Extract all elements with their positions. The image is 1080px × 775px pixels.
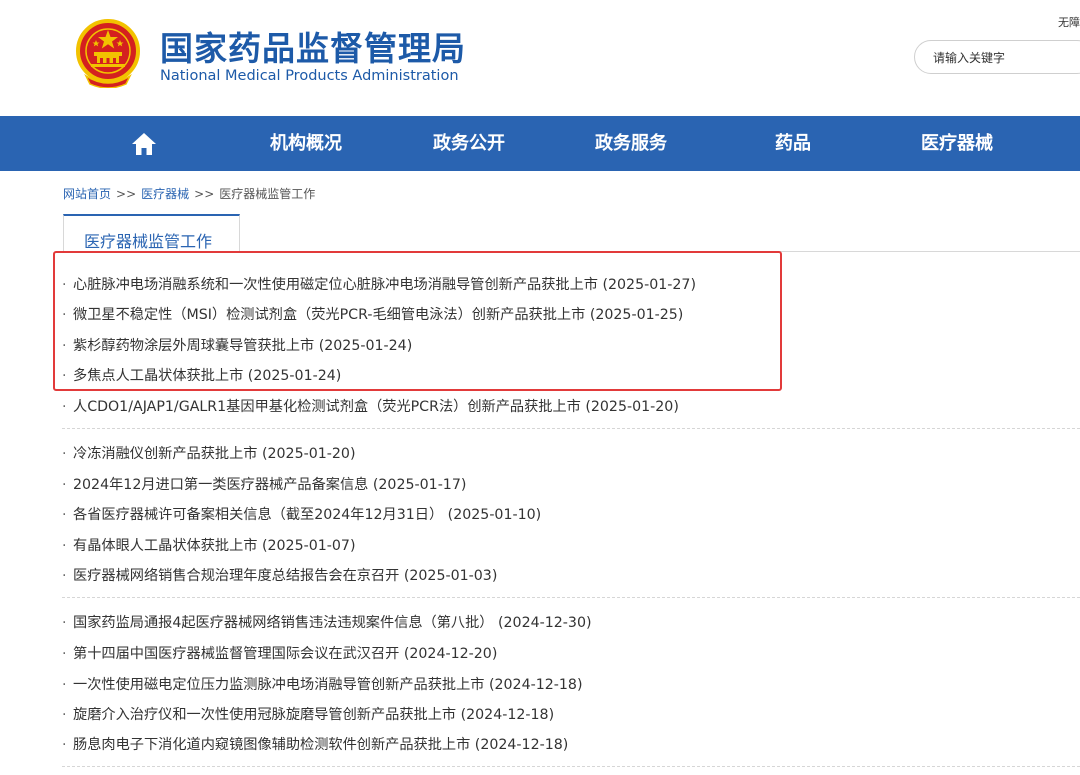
bullet: · — [62, 538, 67, 554]
breadcrumb-separator: >> — [194, 187, 215, 201]
news-date: (2025-01-17) — [372, 477, 467, 493]
news-title[interactable]: 有晶体眼人工晶状体获批上市 — [73, 538, 257, 554]
search-box[interactable] — [914, 40, 1080, 74]
list-item[interactable]: · 2024年12月进口第一类医疗器械产品备案信息 (2025-01-17) — [62, 474, 466, 496]
news-title[interactable]: 2024年12月进口第一类医疗器械产品备案信息 — [73, 477, 368, 493]
bullet: · — [62, 615, 67, 631]
news-title[interactable]: 第十四届中国医疗器械监督管理国际会议在武汉召开 — [73, 646, 399, 662]
news-title[interactable]: 冷冻消融仪创新产品获批上市 — [73, 446, 257, 462]
home-icon[interactable] — [131, 132, 157, 156]
bullet: · — [62, 677, 67, 693]
news-title[interactable]: 医疗器械网络销售合规治理年度总结报告会在京召开 — [73, 568, 399, 584]
site-title-cn[interactable]: 国家药品监督管理局 — [160, 22, 466, 70]
news-date: (2024-12-20) — [403, 646, 498, 662]
news-date: (2024-12-18) — [460, 707, 555, 723]
news-date: (2025-01-07) — [261, 538, 356, 554]
news-date: (2025-01-20) — [261, 446, 356, 462]
bullet: · — [62, 737, 67, 753]
list-item[interactable]: · 有晶体眼人工晶状体获批上市 (2025-01-07) — [62, 535, 356, 557]
news-date: (2025-01-10) — [447, 507, 542, 523]
main-nav: 机构概况 政务公开 政务服务 药品 医疗器械 — [0, 116, 1080, 171]
breadcrumb-separator: >> — [116, 187, 137, 201]
bullet: · — [62, 507, 67, 523]
list-item[interactable]: · 一次性使用磁电定位压力监测脉冲电场消融导管创新产品获批上市 (2024-12-… — [62, 674, 583, 696]
list-item[interactable]: · 第十四届中国医疗器械监督管理国际会议在武汉召开 (2024-12-20) — [62, 643, 497, 665]
group-divider — [62, 766, 1080, 767]
bullet: · — [62, 477, 67, 493]
site-title-en[interactable]: National Medical Products Administration — [160, 68, 459, 84]
list-item[interactable]: · 肠息肉电子下消化道内窥镜图像辅助检测软件创新产品获批上市 (2024-12-1… — [62, 734, 568, 756]
accessibility-link[interactable]: 无障 — [1058, 14, 1080, 30]
news-title[interactable]: 一次性使用磁电定位压力监测脉冲电场消融导管创新产品获批上市 — [73, 677, 484, 693]
news-date: (2024-12-18) — [488, 677, 583, 693]
news-date: (2025-01-03) — [403, 568, 498, 584]
nav-item-drugs[interactable]: 药品 — [740, 116, 846, 171]
group-divider — [62, 597, 1080, 598]
tab-device-supervision[interactable]: 医疗器械监管工作 — [63, 214, 240, 252]
bullet: · — [62, 568, 67, 584]
news-date: (2025-01-20) — [585, 399, 679, 415]
breadcrumb: 网站首页 >> 医疗器械 >> 医疗器械监管工作 — [63, 185, 315, 202]
news-title[interactable]: 各省医疗器械许可备案相关信息（截至2024年12月31日） — [73, 507, 443, 523]
list-item[interactable]: · 人CDO1/AJAP1/GALR1基因甲基化检测试剂盒（荧光PCR法）创新产品… — [62, 396, 679, 418]
list-item[interactable]: · 医疗器械网络销售合规治理年度总结报告会在京召开 (2025-01-03) — [62, 565, 497, 587]
list-item[interactable]: · 国家药监局通报4起医疗器械网络销售违法违规案件信息（第八批） (2024-12… — [62, 612, 592, 634]
highlight-annotation-box — [53, 251, 782, 391]
nav-item-medical-devices[interactable]: 医疗器械 — [898, 116, 1016, 171]
bullet: · — [62, 399, 67, 415]
nav-item-organization[interactable]: 机构概况 — [247, 116, 365, 171]
breadcrumb-home-link[interactable]: 网站首页 — [63, 187, 111, 201]
news-title[interactable]: 旋磨介入治疗仪和一次性使用冠脉旋磨导管创新产品获批上市 — [73, 707, 456, 723]
news-title[interactable]: 人CDO1/AJAP1/GALR1基因甲基化检测试剂盒（荧光PCR法）创新产品获… — [73, 399, 581, 415]
breadcrumb-category-link[interactable]: 医疗器械 — [141, 187, 189, 201]
bullet: · — [62, 446, 67, 462]
breadcrumb-current: 医疗器械监管工作 — [219, 187, 316, 201]
bullet: · — [62, 646, 67, 662]
list-item[interactable]: · 旋磨介入治疗仪和一次性使用冠脉旋磨导管创新产品获批上市 (2024-12-18… — [62, 704, 554, 726]
news-date: (2024-12-30) — [497, 615, 592, 631]
bullet: · — [62, 707, 67, 723]
national-emblem-icon — [76, 19, 140, 88]
news-title[interactable]: 国家药监局通报4起医疗器械网络销售违法违规案件信息（第八批） — [73, 615, 493, 631]
search-input[interactable] — [933, 49, 1080, 67]
group-divider — [62, 428, 1080, 429]
nav-item-government-affairs[interactable]: 政务公开 — [410, 116, 528, 171]
site-header: 国家药品监督管理局 National Medical Products Admi… — [0, 0, 1080, 116]
nav-item-government-services[interactable]: 政务服务 — [572, 116, 690, 171]
tab-label: 医疗器械监管工作 — [84, 232, 213, 251]
list-item[interactable]: · 各省医疗器械许可备案相关信息（截至2024年12月31日） (2025-01-… — [62, 504, 541, 526]
news-title[interactable]: 肠息肉电子下消化道内窥镜图像辅助检测软件创新产品获批上市 — [73, 737, 470, 753]
list-item[interactable]: · 冷冻消融仪创新产品获批上市 (2025-01-20) — [62, 443, 356, 465]
news-date: (2024-12-18) — [474, 737, 569, 753]
